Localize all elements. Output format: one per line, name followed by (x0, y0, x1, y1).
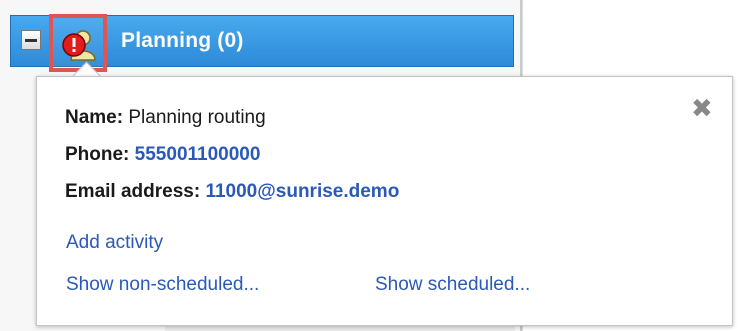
email-link[interactable]: 11000@sunrise.demo (205, 181, 399, 202)
close-icon[interactable]: ✖ (691, 95, 713, 121)
phone-key: Phone: (65, 144, 130, 165)
highlight-frame (49, 14, 107, 72)
group-warning-icon[interactable] (61, 26, 97, 62)
tree-row-label: Planning (0) (121, 29, 244, 52)
email-key: Email address: (65, 181, 201, 202)
contact-tooltip: ✖ Name: Planning routing Phone: 55500110… (36, 76, 733, 326)
tree-row-planning[interactable]: Planning (0) (10, 14, 514, 72)
collapse-icon[interactable] (21, 30, 41, 50)
email-line: Email address: 11000@sunrise.demo (65, 181, 399, 203)
name-value: Planning routing (128, 107, 266, 128)
phone-line: Phone: 555001100000 (65, 144, 260, 166)
show-scheduled-link[interactable]: Show scheduled... (375, 274, 530, 296)
phone-link[interactable]: 555001100000 (135, 144, 261, 165)
name-key: Name: (65, 107, 124, 128)
name-line: Name: Planning routing (65, 107, 266, 129)
show-non-scheduled-link[interactable]: Show non-scheduled... (66, 274, 259, 296)
add-activity-link[interactable]: Add activity (66, 232, 163, 254)
